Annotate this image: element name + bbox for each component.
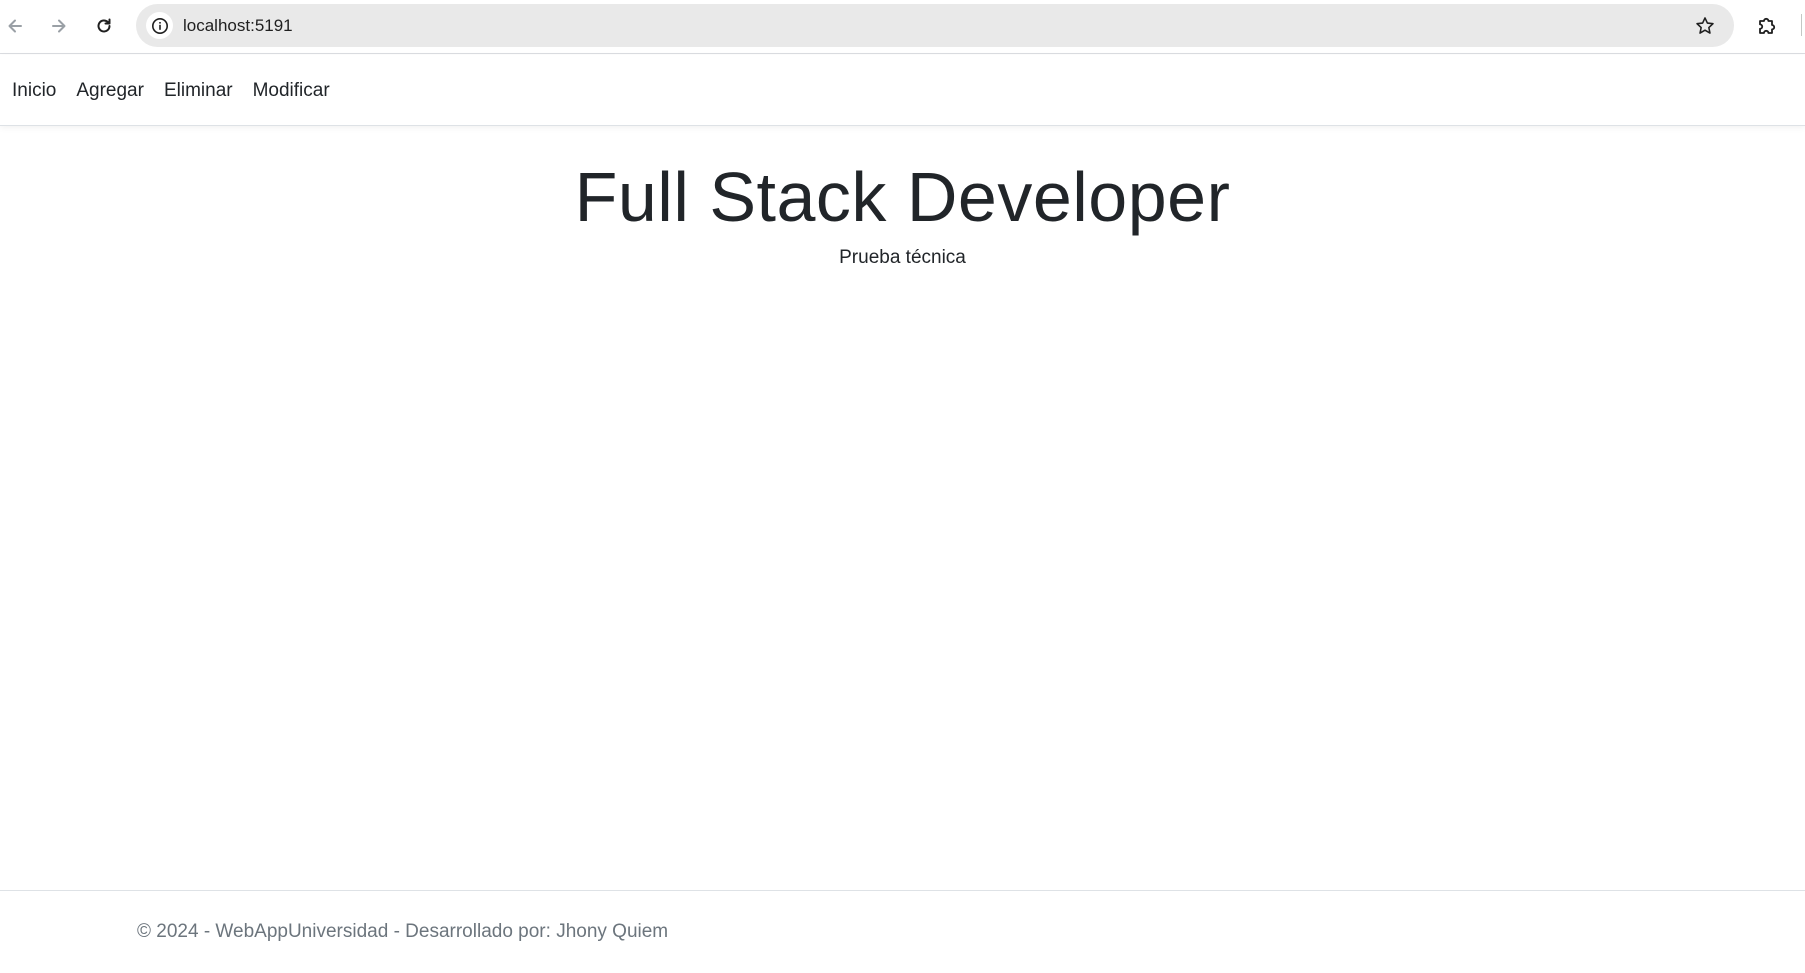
star-icon <box>1696 17 1714 34</box>
arrow-right-icon <box>52 19 66 33</box>
footer-text: © 2024 - WebAppUniversidad - Desarrollad… <box>137 921 669 942</box>
forward-button[interactable] <box>41 8 77 44</box>
bookmark-button[interactable] <box>1690 11 1720 41</box>
back-button[interactable] <box>0 8 33 44</box>
nav-link-inicio[interactable]: Inicio <box>12 80 56 102</box>
url-text[interactable]: localhost:5191 <box>183 4 293 47</box>
browser-toolbar: localhost:5191 <box>0 0 1805 54</box>
reload-button[interactable] <box>86 8 122 44</box>
puzzle-icon <box>1759 17 1776 34</box>
nav-link-modificar[interactable]: Modificar <box>253 80 330 102</box>
page-subtitle: Prueba técnica <box>839 247 966 268</box>
info-icon <box>151 17 168 34</box>
site-info-button[interactable] <box>146 12 173 39</box>
arrow-left-icon <box>8 19 22 33</box>
toolbar-divider <box>1801 14 1802 36</box>
page-footer: © 2024 - WebAppUniversidad - Desarrollad… <box>0 890 1805 959</box>
address-bar[interactable]: localhost:5191 <box>136 4 1734 47</box>
nav-link-eliminar[interactable]: Eliminar <box>164 80 233 102</box>
app-navbar: Inicio Agregar Eliminar Modificar <box>0 55 1805 126</box>
nav-links: Inicio Agregar Eliminar Modificar <box>12 55 330 126</box>
extensions-button[interactable] <box>1750 8 1786 44</box>
nav-link-agregar[interactable]: Agregar <box>76 80 144 102</box>
main-content: Full Stack Developer Prueba técnica <box>0 127 1805 269</box>
page-title: Full Stack Developer <box>574 158 1231 236</box>
reload-icon <box>97 18 111 33</box>
